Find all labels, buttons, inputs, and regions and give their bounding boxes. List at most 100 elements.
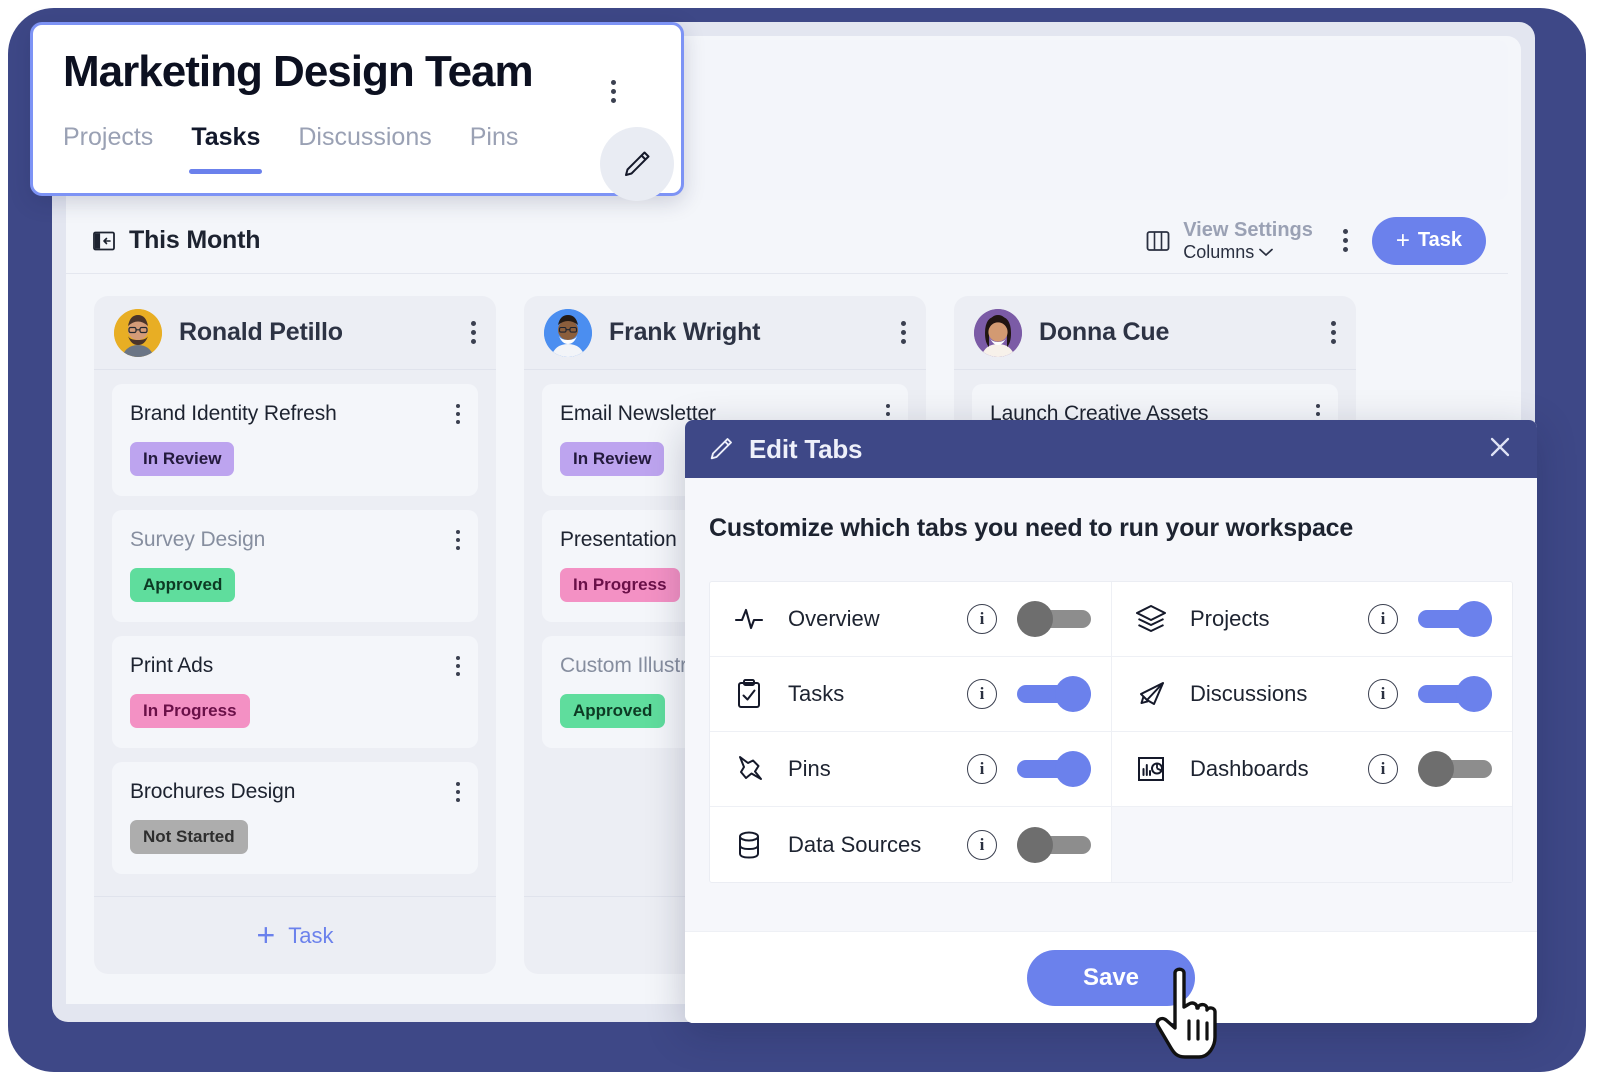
task-title: Brand Identity Refresh	[130, 402, 337, 425]
workspace-header-card: Marketing Design Team Projects Tasks Dis…	[30, 22, 684, 201]
column-owner-name: Donna Cue	[1039, 318, 1170, 346]
tab-setting-row-pins[interactable]: Pins i	[710, 732, 1111, 807]
status-badge: In Progress	[560, 568, 680, 602]
info-icon[interactable]: i	[967, 829, 997, 860]
task-title: Print Ads	[130, 654, 214, 677]
column-kebab-menu-icon[interactable]	[1331, 321, 1336, 344]
toggle-dashboards[interactable]	[1418, 751, 1492, 787]
collapse-panel-left-icon[interactable]	[93, 230, 115, 252]
plus-icon: +	[256, 916, 276, 953]
megaphone-icon	[1134, 677, 1168, 711]
tab-setting-label: Overview	[788, 606, 880, 631]
task-title: Presentation	[560, 528, 677, 551]
clipboard-check-icon	[732, 677, 766, 711]
edit-tabs-modal: Edit Tabs Customize which tabs you need …	[685, 420, 1537, 1023]
task-card[interactable]: Survey Design Approved	[112, 510, 478, 622]
tab-pins[interactable]: Pins	[470, 123, 519, 174]
tab-tasks[interactable]: Tasks	[189, 123, 263, 174]
info-icon[interactable]: i	[967, 679, 997, 709]
tab-setting-label: Pins	[788, 756, 831, 781]
column-add-task-label: Task	[288, 922, 334, 948]
column-header: Frank Wright	[524, 296, 926, 370]
tab-setting-label: Data Sources	[788, 831, 922, 857]
column-owner-name: Frank Wright	[609, 318, 761, 346]
toggle-tasks[interactable]	[1017, 676, 1091, 712]
view-settings-value-row[interactable]: Columns	[1183, 242, 1313, 264]
tab-setting-row-data-sources[interactable]: Data Sources i	[710, 807, 1111, 882]
toggle-pins[interactable]	[1017, 751, 1091, 787]
column-owner-name: Ronald Petillo	[179, 318, 343, 346]
close-icon[interactable]	[1485, 432, 1515, 467]
column-header: Ronald Petillo	[94, 296, 496, 370]
view-settings[interactable]: View Settings Columns	[1183, 218, 1313, 264]
add-task-button[interactable]: + Task	[1371, 216, 1486, 265]
status-badge: In Review	[560, 442, 665, 476]
info-icon[interactable]: i	[967, 604, 997, 634]
column-kebab-menu-icon[interactable]	[471, 321, 476, 344]
edit-tabs-pencil-button[interactable]	[600, 127, 674, 201]
view-settings-value: Columns	[1183, 241, 1255, 262]
column-cards: Brand Identity Refresh In Review Survey …	[94, 370, 496, 896]
avatar	[974, 308, 1022, 357]
toggle-discussions[interactable]	[1418, 676, 1492, 712]
info-icon[interactable]: i	[1368, 679, 1398, 709]
task-title: Survey Design	[130, 528, 266, 551]
tab-setting-row-projects[interactable]: Projects i	[1111, 582, 1512, 657]
column-header: Donna Cue	[954, 296, 1356, 370]
task-title: Brochures Design	[130, 780, 296, 803]
column-kebab-menu-icon[interactable]	[901, 321, 906, 344]
pencil-icon	[710, 438, 732, 460]
modal-header: Edit Tabs	[685, 420, 1537, 478]
toolbar-kebab-menu-icon[interactable]	[1342, 229, 1348, 252]
column-add-task-button[interactable]: + Task	[94, 896, 496, 974]
toolbar-right-group: View Settings Columns + Task	[1145, 216, 1486, 265]
save-button[interactable]: Save	[1027, 949, 1195, 1006]
info-icon[interactable]: i	[1368, 604, 1398, 634]
chevron-down-icon	[1259, 248, 1274, 257]
task-kebab-menu-icon[interactable]	[456, 654, 460, 676]
columns-layout-icon[interactable]	[1145, 228, 1171, 254]
task-card[interactable]: Brochures Design Not Started	[112, 762, 478, 874]
status-badge: In Progress	[130, 694, 250, 728]
tab-setting-row-empty	[1111, 807, 1512, 882]
database-icon	[732, 828, 766, 862]
task-kebab-menu-icon[interactable]	[456, 402, 460, 424]
layers-icon	[1134, 602, 1168, 636]
tabs-settings-grid: Overview i Projects i Tasks i Discussion…	[709, 581, 1513, 883]
toggle-overview[interactable]	[1017, 601, 1091, 637]
avatar	[114, 308, 162, 357]
tab-setting-row-tasks[interactable]: Tasks i	[710, 657, 1111, 732]
task-card[interactable]: Print Ads In Progress	[112, 636, 478, 748]
board-toolbar: This Month View Settings Columns + Task	[66, 208, 1508, 274]
info-icon[interactable]: i	[967, 754, 997, 784]
status-badge: In Review	[130, 442, 235, 476]
task-card[interactable]: Brand Identity Refresh In Review	[112, 384, 478, 496]
status-badge: Approved	[560, 694, 666, 728]
info-icon[interactable]: i	[1368, 754, 1398, 784]
activity-pulse-icon	[732, 602, 766, 636]
tab-setting-label: Projects	[1190, 606, 1270, 631]
tab-setting-label: Tasks	[788, 681, 845, 706]
task-kebab-menu-icon[interactable]	[456, 528, 460, 550]
modal-subtitle: Customize which tabs you need to run you…	[709, 514, 1354, 542]
tab-setting-row-overview[interactable]: Overview i	[710, 582, 1111, 657]
board-period-title: This Month	[129, 226, 261, 254]
task-kebab-menu-icon[interactable]	[456, 780, 460, 802]
tab-discussions[interactable]: Discussions	[298, 123, 431, 174]
workspace-kebab-menu-icon[interactable]	[611, 80, 616, 103]
tab-setting-row-discussions[interactable]: Discussions i	[1111, 657, 1512, 732]
modal-title: Edit Tabs	[749, 433, 863, 464]
tab-setting-label: Dashboards	[1190, 756, 1309, 781]
plus-icon: +	[1395, 226, 1410, 254]
board-column-ronald-petillo: Ronald Petillo Brand Identity Refresh In…	[94, 296, 496, 974]
toggle-data-sources[interactable]	[1017, 826, 1091, 863]
toggle-projects[interactable]	[1418, 601, 1492, 637]
pencil-icon	[625, 151, 650, 176]
tab-setting-label: Discussions	[1190, 681, 1308, 706]
avatar	[544, 308, 592, 357]
tab-setting-row-dashboards[interactable]: Dashboards i	[1111, 732, 1512, 807]
tab-projects[interactable]: Projects	[63, 123, 153, 174]
chart-report-icon	[1134, 752, 1168, 786]
pushpin-icon	[732, 752, 766, 786]
modal-footer: Save	[685, 931, 1537, 1023]
